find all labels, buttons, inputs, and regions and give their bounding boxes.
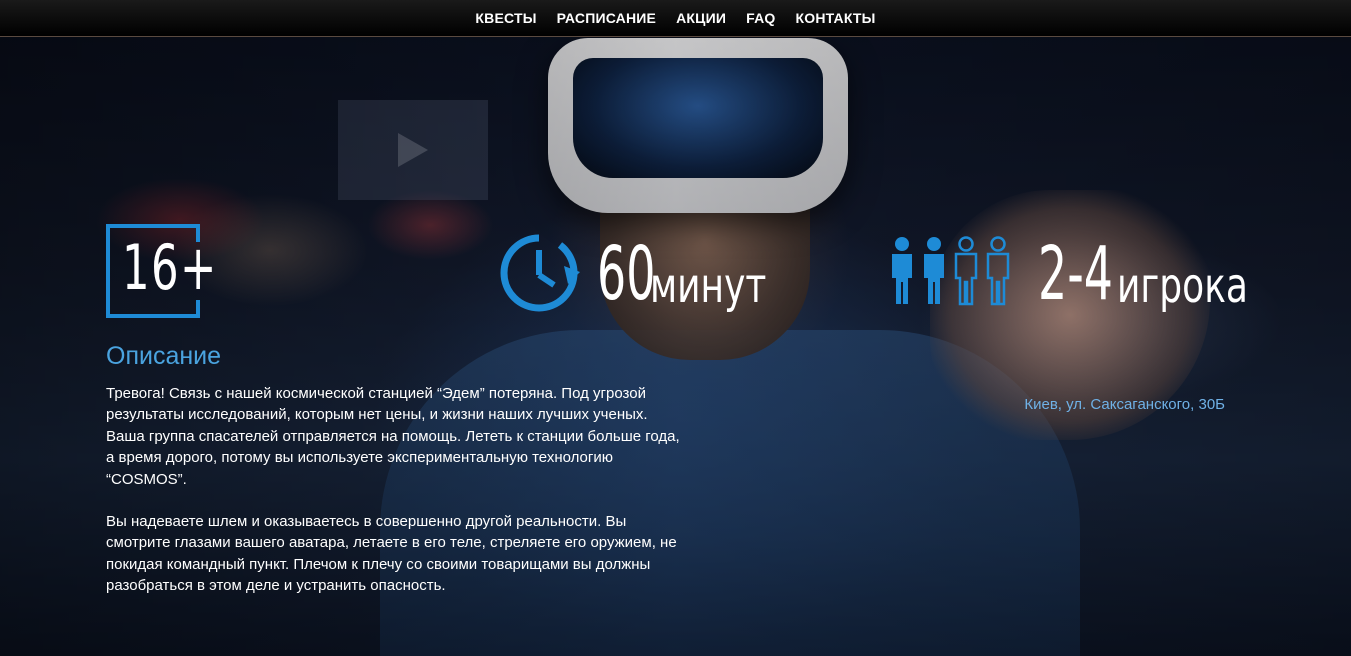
- address-text: Киев, ул. Саксаганского, 30Б: [1024, 396, 1225, 413]
- players-value: 2-4: [1038, 231, 1113, 317]
- players-unit: игрока: [1117, 258, 1248, 314]
- age-rating: 16+: [122, 231, 218, 304]
- nav-item-quests[interactable]: КВЕСТЫ: [475, 10, 536, 26]
- top-navigation: КВЕСТЫ РАСПИСАНИЕ АКЦИИ FAQ КОНТАКТЫ: [0, 0, 1351, 37]
- nav-item-faq[interactable]: FAQ: [746, 10, 775, 26]
- nav-item-contacts[interactable]: КОНТАКТЫ: [796, 10, 876, 26]
- duration-value: 60: [597, 231, 656, 317]
- nav-item-promotions[interactable]: АКЦИИ: [676, 10, 726, 26]
- nav-item-schedule[interactable]: РАСПИСАНИЕ: [557, 10, 657, 26]
- duration-unit: минут: [650, 258, 767, 314]
- description-paragraph-2: Вы надеваете шлем и оказываетесь в совер…: [106, 513, 677, 595]
- description-paragraph-1: Тревога! Связь с нашей космической станц…: [106, 385, 680, 488]
- players-icon: [892, 236, 1010, 306]
- description-text: Тревога! Связь с нашей космической станц…: [106, 383, 686, 618]
- clock-icon: [500, 234, 580, 312]
- description-title: Описание: [106, 342, 222, 370]
- hero-section: КВЕСТЫ РАСПИСАНИЕ АКЦИИ FAQ КОНТАКТЫ 16+…: [0, 0, 1351, 656]
